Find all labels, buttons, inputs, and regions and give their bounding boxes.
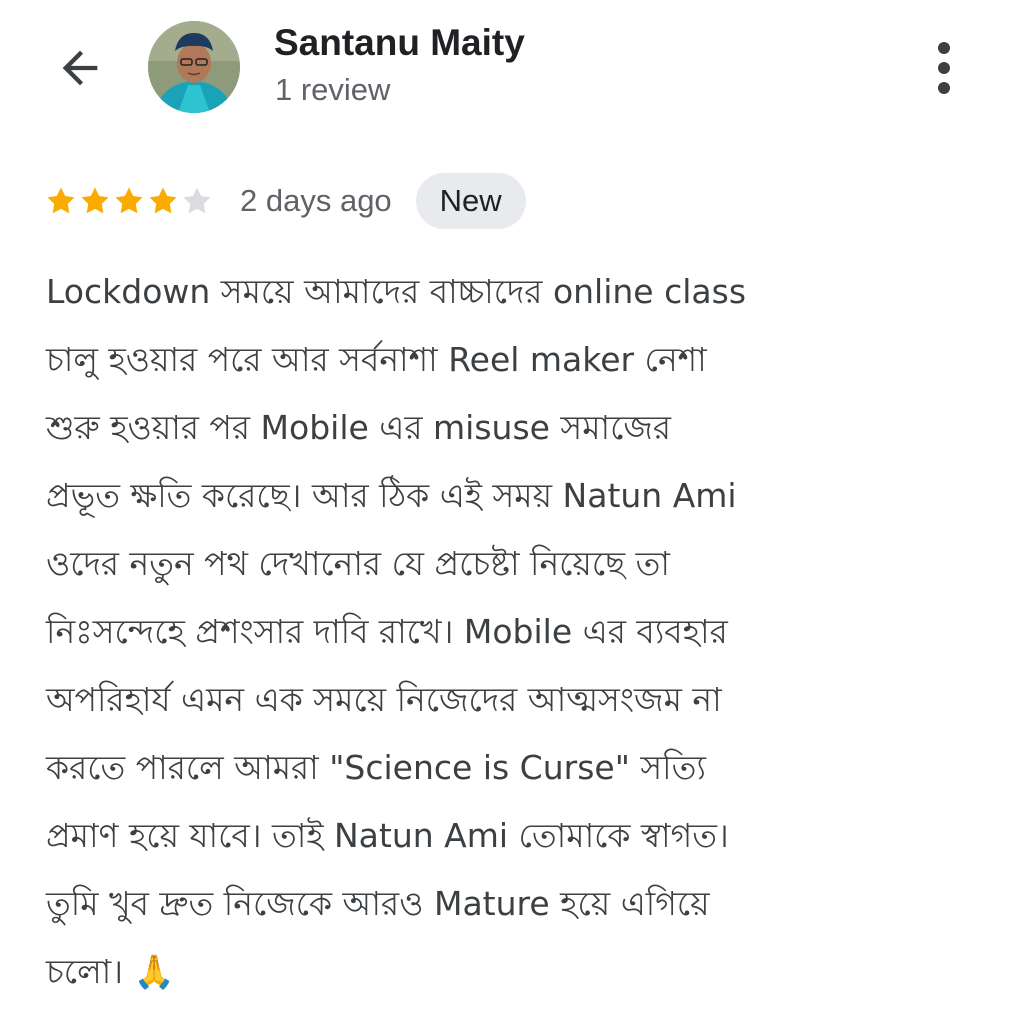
review-text-line: তুমি খুব দ্রুত নিজেকে আরও Mature হয়ে এগ…	[46, 884, 710, 923]
star-filled-icon	[47, 187, 75, 214]
review-text-line: ওদের নতুন পথ দেখানোর যে প্রচেষ্টা নিয়েছ…	[46, 544, 670, 583]
back-button[interactable]	[48, 36, 112, 100]
star-filled-icon	[81, 187, 109, 214]
review-text-line: চলো। 🙏	[46, 952, 175, 991]
review-count: 1 review	[275, 72, 391, 107]
star-filled-icon	[149, 187, 177, 214]
reviewer-name[interactable]: Santanu Maity	[274, 22, 525, 64]
arrow-left-icon	[62, 50, 98, 86]
review-text-line: Lockdown সময়ে আমাদের বাচ্চাদের online c…	[46, 272, 747, 311]
review-text-line: চালু হওয়ার পরে আর সর্বনাশা Reel maker ন…	[46, 340, 707, 379]
star-rating	[44, 184, 214, 218]
review-text-line: শুরু হওয়ার পর Mobile এর misuse সমাজের	[46, 408, 672, 447]
new-badge: New	[415, 173, 526, 229]
review-text-line: প্রভূত ক্ষতি করেছে। আর ঠিক এই সময় Natun…	[46, 476, 737, 515]
more-vert-icon	[938, 42, 950, 94]
review-date: 2 days ago	[240, 183, 392, 218]
more-options-button[interactable]	[920, 36, 968, 100]
rating-row: 2 days ago New	[44, 172, 526, 230]
review-text-line: অপরিহার্য এমন এক সময়ে নিজেদের আত্মসংজম …	[46, 680, 722, 719]
review-text: Lockdown সময়ে আমাদের বাচ্চাদের online c…	[46, 258, 986, 1006]
review-text-line: নিঃসন্দেহে প্রশংসার দাবি রাখে। Mobile এর…	[46, 612, 728, 651]
avatar-photo	[148, 21, 240, 113]
star-empty-icon	[183, 187, 211, 214]
reviewer-header: Santanu Maity 1 review	[0, 0, 1024, 130]
avatar[interactable]	[148, 21, 240, 113]
star-filled-icon	[115, 187, 143, 214]
review-text-line: করতে পারলে আমরা "Science is Curse" সত্যি	[46, 748, 706, 787]
review-text-line: প্রমাণ হয়ে যাবে। তাই Natun Ami তোমাকে স…	[46, 816, 729, 855]
